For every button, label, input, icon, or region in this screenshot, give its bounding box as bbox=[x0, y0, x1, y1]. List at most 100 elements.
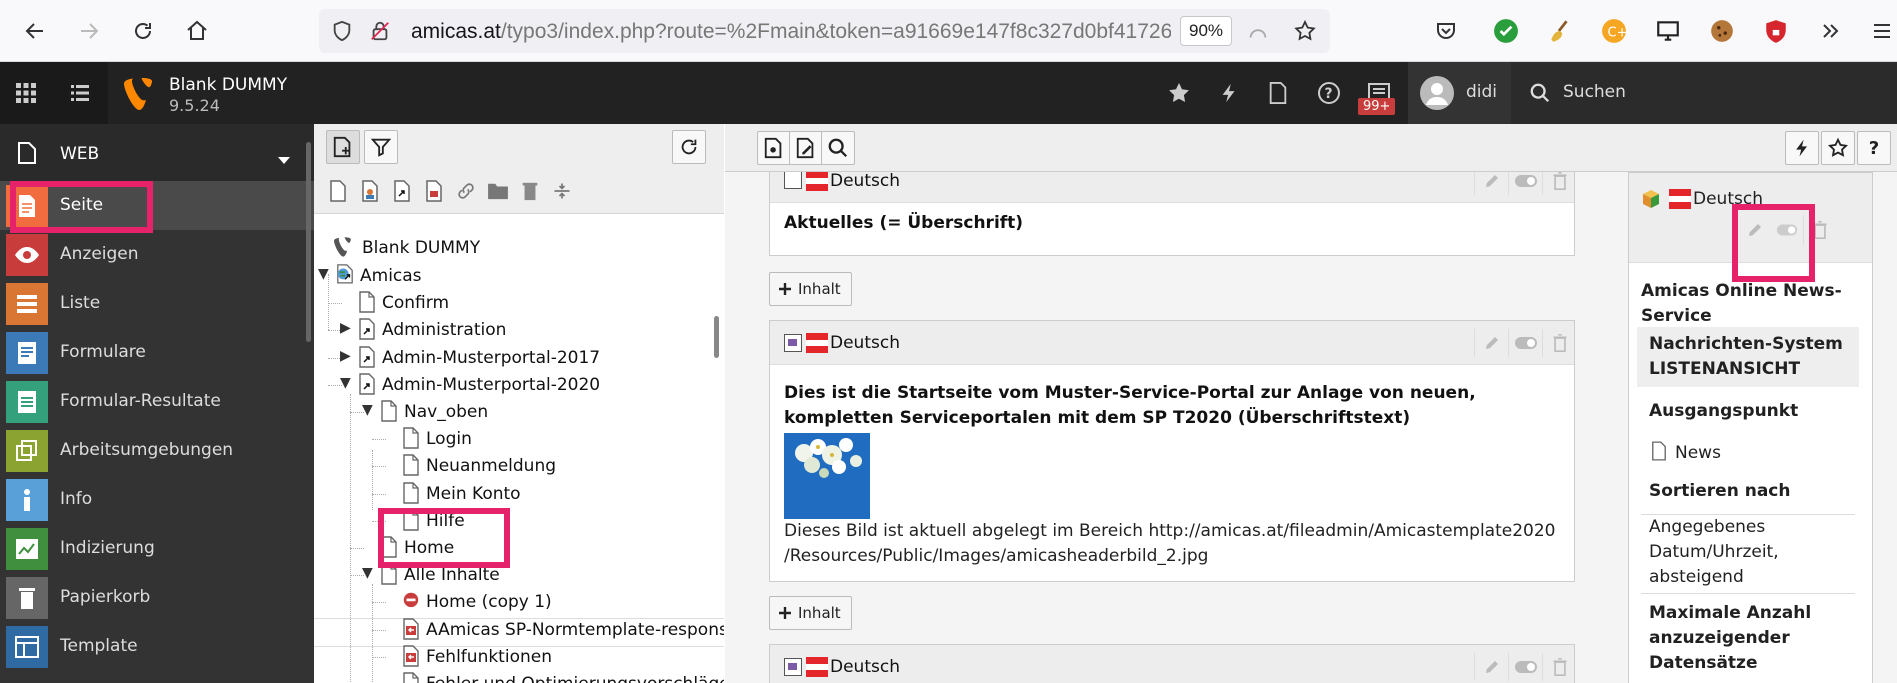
forward-icon[interactable] bbox=[72, 14, 106, 48]
link-page-icon bbox=[402, 645, 420, 667]
help-button[interactable]: ? bbox=[1857, 131, 1891, 165]
delete-icon[interactable] bbox=[1542, 172, 1576, 195]
edit-page-properties-button[interactable] bbox=[789, 131, 823, 165]
tree-connector bbox=[372, 602, 386, 604]
url-bar[interactable]: amicas.at/typo3/index.php?route=%2Fmain&… bbox=[319, 9, 1330, 53]
edit-icon[interactable] bbox=[1474, 172, 1508, 195]
module-item-label: Template bbox=[60, 636, 138, 656]
content-element-1: Deutsch Aktuelles (= Überschrift) bbox=[769, 172, 1575, 256]
toggle-visibility-icon[interactable] bbox=[1508, 653, 1542, 681]
tree-node-label: Blank DUMMY bbox=[362, 238, 481, 258]
zoom-level[interactable]: 90% bbox=[1180, 16, 1232, 46]
list-menu-icon[interactable] bbox=[68, 81, 92, 109]
reader-icon[interactable] bbox=[1247, 21, 1269, 47]
tree-connector bbox=[372, 439, 386, 441]
module-item-label: Arbeitsumgebungen bbox=[60, 440, 234, 460]
global-search[interactable]: Suchen bbox=[1511, 62, 1897, 124]
bookmark-star-icon[interactable] bbox=[1293, 19, 1317, 47]
reload-icon[interactable] bbox=[126, 14, 160, 48]
tree-node-label: Confirm bbox=[382, 293, 450, 314]
module-item-info[interactable]: Info bbox=[0, 475, 314, 524]
module-item-template[interactable]: Template bbox=[0, 622, 314, 671]
delete-icon[interactable] bbox=[1542, 653, 1576, 681]
toggle-visibility-icon[interactable] bbox=[1508, 172, 1542, 195]
tree-expanded-icon[interactable]: ▼ bbox=[340, 375, 354, 391]
page-icon bbox=[380, 400, 398, 422]
element-actions bbox=[1474, 653, 1576, 681]
coin-extension-icon[interactable]: C+ bbox=[1600, 17, 1628, 45]
add-bookmark-button[interactable] bbox=[1821, 131, 1855, 165]
toggle-visibility-icon[interactable] bbox=[1508, 329, 1542, 357]
new-page-button[interactable] bbox=[326, 130, 360, 164]
tree-collapsed-icon[interactable]: ▶ bbox=[340, 320, 354, 336]
svg-text:?: ? bbox=[1325, 86, 1333, 102]
check-extension-icon[interactable] bbox=[1492, 17, 1520, 45]
language-label: Deutsch bbox=[830, 657, 900, 677]
typo3-topbar: Blank DUMMY 9.5.24 ? 99+ didi Suchen bbox=[0, 62, 1897, 124]
tree-expanded-icon[interactable]: ▼ bbox=[362, 402, 376, 418]
sort-label: Sortieren nach bbox=[1649, 481, 1791, 501]
drag-external-link-icon[interactable] bbox=[454, 179, 478, 203]
delete-icon[interactable] bbox=[1542, 329, 1576, 357]
module-item-form-results[interactable]: Formular-Resultate bbox=[0, 377, 314, 426]
content-element-header: Deutsch bbox=[770, 172, 1574, 203]
module-item-view[interactable]: Anzeigen bbox=[0, 230, 314, 279]
drag-spacer-icon[interactable] bbox=[550, 179, 574, 203]
grid-menu-icon[interactable] bbox=[14, 81, 38, 109]
flash-icon[interactable] bbox=[1216, 80, 1242, 106]
module-group-web[interactable]: WEB bbox=[0, 124, 314, 181]
add-content-button[interactable]: Inhalt bbox=[769, 272, 852, 306]
tree-node-label: Admin-Musterportal-2020 bbox=[382, 374, 601, 395]
view-page-button[interactable] bbox=[757, 131, 791, 165]
plugin-cube-icon bbox=[1641, 189, 1661, 213]
module-item-label: Formular-Resultate bbox=[60, 391, 221, 411]
shield-icon[interactable] bbox=[331, 20, 353, 46]
edit-icon[interactable] bbox=[1474, 653, 1508, 681]
module-item-indexing[interactable]: Indizierung bbox=[0, 524, 314, 573]
typo3-logo-icon[interactable] bbox=[124, 77, 154, 114]
tree-connector bbox=[372, 450, 373, 510]
clear-cache-button[interactable] bbox=[1785, 131, 1819, 165]
drag-recycler-icon[interactable] bbox=[518, 179, 542, 203]
user-menu[interactable]: didi bbox=[1408, 62, 1511, 124]
page-tree-scrollbar[interactable] bbox=[714, 316, 719, 358]
help-icon[interactable]: ? bbox=[1316, 80, 1342, 106]
overflow-chevrons-icon[interactable] bbox=[1816, 17, 1844, 45]
broom-extension-icon[interactable] bbox=[1546, 17, 1574, 45]
insecure-lock-icon[interactable] bbox=[369, 20, 391, 46]
bookmarks-star-icon[interactable] bbox=[1166, 80, 1192, 106]
content-heading: Aktuelles (= Überschrift) bbox=[784, 213, 1024, 233]
tree-expanded-icon[interactable]: ▼ bbox=[362, 565, 376, 581]
drag-link-page-icon[interactable] bbox=[422, 179, 446, 203]
module-item-list[interactable]: Liste bbox=[0, 279, 314, 328]
shortcut-page-icon bbox=[358, 345, 376, 368]
edit-icon[interactable] bbox=[1474, 329, 1508, 357]
module-item-label: Indizierung bbox=[60, 538, 155, 558]
module-item-workspaces[interactable]: Arbeitsumgebungen bbox=[0, 426, 314, 475]
drag-shortcut-page-icon[interactable] bbox=[390, 179, 414, 203]
tree-expanded-icon[interactable]: ▼ bbox=[318, 266, 332, 282]
shield-lock-extension-icon[interactable] bbox=[1762, 17, 1790, 45]
module-item-forms[interactable]: Formulare bbox=[0, 328, 314, 377]
module-item-recycler[interactable]: Papierkorb bbox=[0, 573, 314, 622]
monitor-extension-icon[interactable] bbox=[1654, 17, 1682, 45]
module-menu-scrollbar[interactable] bbox=[306, 142, 311, 342]
refresh-tree-button[interactable] bbox=[672, 130, 706, 164]
drag-backend-user-page-icon[interactable] bbox=[358, 179, 382, 203]
page-module-content: Deutsch Aktuelles (= Überschrift) Inhalt… bbox=[725, 172, 1897, 683]
tree-node-label: Mein Konto bbox=[426, 483, 521, 504]
back-icon[interactable] bbox=[18, 14, 52, 48]
cookie-extension-icon[interactable] bbox=[1708, 17, 1736, 45]
tree-collapsed-icon[interactable]: ▶ bbox=[340, 348, 354, 364]
pocket-icon[interactable] bbox=[1432, 17, 1460, 45]
drag-folder-icon[interactable] bbox=[486, 179, 510, 203]
home-icon[interactable] bbox=[180, 14, 214, 48]
tree-connector bbox=[372, 584, 373, 683]
hamburger-menu-icon[interactable] bbox=[1868, 17, 1896, 45]
page-tree-panel: Blank DUMMY ▼ Amicas Confirm ▶ Administration… bbox=[314, 124, 724, 683]
add-content-button[interactable]: Inhalt bbox=[769, 596, 852, 630]
document-icon[interactable] bbox=[1265, 80, 1291, 106]
drag-standard-page-icon[interactable] bbox=[326, 179, 350, 203]
filter-button[interactable] bbox=[364, 130, 398, 164]
search-content-button[interactable] bbox=[821, 131, 855, 165]
